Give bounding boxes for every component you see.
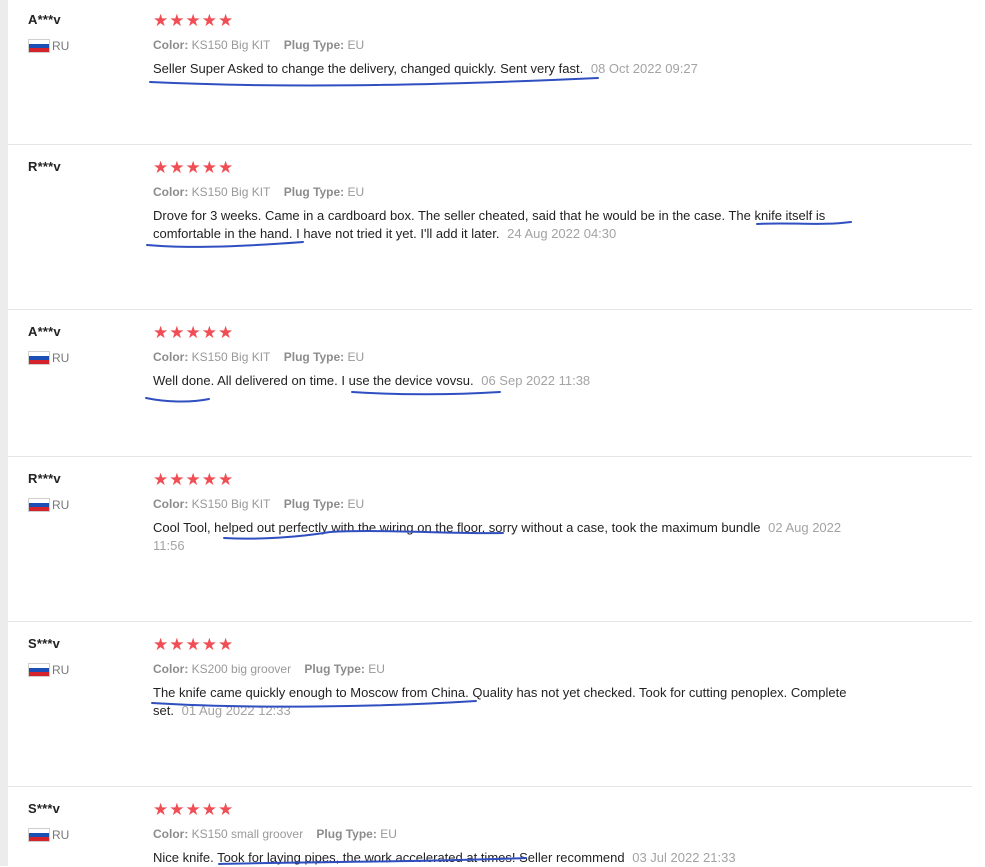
reviewer-name: R***v bbox=[28, 159, 61, 174]
star-rating: ★★★★★ bbox=[153, 323, 235, 342]
plug-type-value: EU bbox=[347, 185, 365, 199]
reviewer-country: RU bbox=[28, 350, 69, 366]
review-text: Cool Tool, helped out perfectly with the… bbox=[153, 519, 858, 555]
reviewer-info: A***v RU bbox=[28, 324, 138, 365]
review-item: A***v RU ★★★★★ Color: KS150 Big KIT Plug… bbox=[8, 324, 972, 457]
color-label: Color: bbox=[153, 662, 189, 676]
star-rating: ★★★★★ bbox=[153, 800, 235, 819]
color-value: KS150 small groover bbox=[191, 827, 304, 841]
review-date: 08 Oct 2022 09:27 bbox=[590, 61, 698, 76]
reviewer-info: A***v RU bbox=[28, 12, 138, 53]
plug-type-value: EU bbox=[347, 497, 365, 511]
russia-flag-icon bbox=[28, 39, 50, 53]
review-text: Drove for 3 weeks. Came in a cardboard b… bbox=[153, 207, 858, 243]
country-code: RU bbox=[52, 828, 70, 842]
russia-flag-icon bbox=[28, 828, 50, 842]
country-code: RU bbox=[52, 498, 70, 512]
review-meta: Color: KS150 Big KIT Plug Type: EU bbox=[153, 350, 374, 364]
russia-flag-icon bbox=[28, 351, 50, 365]
reviewer-info: R***v bbox=[28, 159, 138, 174]
color-value: KS150 Big KIT bbox=[191, 38, 271, 52]
review-body: ★★★★★ Color: KS150 Big KIT Plug Type: EU… bbox=[153, 470, 863, 554]
russia-flag-icon bbox=[28, 498, 50, 512]
reviewer-name: A***v bbox=[28, 12, 61, 27]
review-content: Cool Tool, helped out perfectly with the… bbox=[153, 520, 761, 535]
plug-type-label: Plug Type: bbox=[283, 185, 345, 199]
reviewer-info: S***v RU bbox=[28, 801, 138, 842]
reviewer-name: R***v bbox=[28, 471, 61, 486]
country-code: RU bbox=[52, 351, 70, 365]
left-gutter bbox=[0, 0, 8, 866]
reviewer-name: S***v bbox=[28, 801, 61, 816]
country-code: RU bbox=[52, 663, 70, 677]
divider bbox=[8, 621, 972, 622]
reviewer-info: S***v RU bbox=[28, 636, 138, 677]
review-date: 03 Jul 2022 21:33 bbox=[632, 850, 736, 865]
divider bbox=[8, 456, 972, 457]
divider bbox=[8, 786, 972, 787]
review-feed: A***v RU ★★★★★ Color: KS150 Big KIT Plug… bbox=[8, 0, 972, 866]
star-rating: ★★★★★ bbox=[153, 11, 235, 30]
review-body: ★★★★★ Color: KS150 Big KIT Plug Type: EU… bbox=[153, 323, 863, 389]
color-value: KS200 big groover bbox=[191, 662, 292, 676]
review-item: A***v RU ★★★★★ Color: KS150 Big KIT Plug… bbox=[8, 12, 972, 145]
plug-type-label: Plug Type: bbox=[283, 350, 345, 364]
plug-type-value: EU bbox=[380, 827, 397, 841]
reviewer-country: RU bbox=[28, 827, 69, 843]
color-value: KS150 Big KIT bbox=[191, 185, 271, 199]
review-text: The knife came quickly enough to Moscow … bbox=[153, 684, 858, 720]
star-rating: ★★★★★ bbox=[153, 635, 235, 654]
color-value: KS150 Big KIT bbox=[191, 350, 271, 364]
review-item: R***v RU ★★★★★ Color: KS150 Big KIT Plug… bbox=[8, 471, 972, 622]
review-meta: Color: KS150 Big KIT Plug Type: EU bbox=[153, 185, 374, 199]
color-label: Color: bbox=[153, 350, 189, 364]
plug-type-label: Plug Type: bbox=[283, 497, 345, 511]
review-body: ★★★★★ Color: KS200 big groover Plug Type… bbox=[153, 635, 863, 719]
review-meta: Color: KS200 big groover Plug Type: EU bbox=[153, 662, 395, 676]
review-meta: Color: KS150 Big KIT Plug Type: EU bbox=[153, 38, 374, 52]
review-text: Seller Super Asked to change the deliver… bbox=[153, 60, 858, 78]
review-item: S***v RU ★★★★★ Color: KS200 big groover … bbox=[8, 636, 972, 787]
review-content: Seller Super Asked to change the deliver… bbox=[153, 61, 584, 76]
divider bbox=[8, 309, 972, 310]
review-content: Well done. All delivered on time. I use … bbox=[153, 373, 474, 388]
review-meta: Color: KS150 Big KIT Plug Type: EU bbox=[153, 497, 374, 511]
color-label: Color: bbox=[153, 497, 189, 511]
divider bbox=[8, 144, 972, 145]
color-value: KS150 Big KIT bbox=[191, 497, 271, 511]
plug-type-value: EU bbox=[347, 38, 365, 52]
russia-flag-icon bbox=[28, 663, 50, 677]
review-item: S***v RU ★★★★★ Color: KS150 small groove… bbox=[8, 801, 972, 866]
plug-type-label: Plug Type: bbox=[283, 38, 345, 52]
color-label: Color: bbox=[153, 38, 189, 52]
reviewer-country: RU bbox=[28, 38, 69, 54]
review-date: 24 Aug 2022 04:30 bbox=[507, 226, 617, 241]
review-item: R***v ★★★★★ Color: KS150 Big KIT Plug Ty… bbox=[8, 159, 972, 310]
plug-type-label: Plug Type: bbox=[304, 662, 365, 676]
review-text: Nice knife. Took for laying pipes, the w… bbox=[153, 849, 858, 867]
reviewer-country: RU bbox=[28, 662, 69, 678]
review-text: Well done. All delivered on time. I use … bbox=[153, 372, 858, 390]
review-date: 01 Aug 2022 12:33 bbox=[181, 703, 291, 718]
review-body: ★★★★★ Color: KS150 small groover Plug Ty… bbox=[153, 800, 863, 866]
plug-type-value: EU bbox=[347, 350, 365, 364]
reviewer-name: A***v bbox=[28, 324, 61, 339]
star-rating: ★★★★★ bbox=[153, 158, 235, 177]
review-body: ★★★★★ Color: KS150 Big KIT Plug Type: EU… bbox=[153, 158, 863, 242]
review-date: 06 Sep 2022 11:38 bbox=[481, 373, 591, 388]
color-label: Color: bbox=[153, 185, 189, 199]
reviewer-country: RU bbox=[28, 497, 69, 513]
reviewer-name: S***v bbox=[28, 636, 61, 651]
plug-type-label: Plug Type: bbox=[316, 827, 377, 841]
reviewer-info: R***v RU bbox=[28, 471, 138, 512]
review-content: Nice knife. Took for laying pipes, the w… bbox=[153, 850, 625, 865]
color-label: Color: bbox=[153, 827, 189, 841]
review-content: Drove for 3 weeks. Came in a cardboard b… bbox=[153, 208, 826, 241]
review-body: ★★★★★ Color: KS150 Big KIT Plug Type: EU… bbox=[153, 11, 863, 77]
country-code: RU bbox=[52, 39, 70, 53]
plug-type-value: EU bbox=[368, 662, 385, 676]
star-rating: ★★★★★ bbox=[153, 470, 235, 489]
review-meta: Color: KS150 small groover Plug Type: EU bbox=[153, 827, 407, 841]
